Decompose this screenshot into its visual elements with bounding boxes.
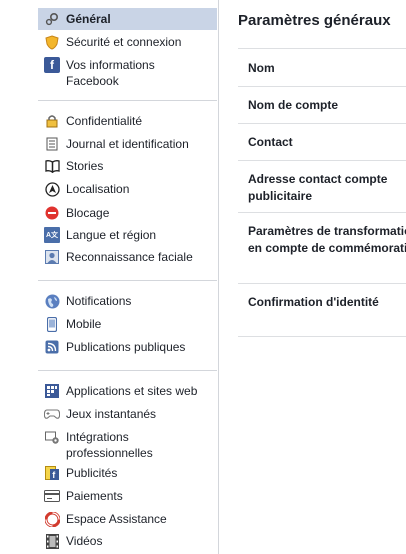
sidebar-item-label: Vos informations Facebook: [66, 58, 155, 88]
sidebar-item-security[interactable]: Sécurité et connexion: [38, 31, 217, 53]
sidebar-item-location[interactable]: Localisation: [38, 178, 217, 200]
business-gear-icon: [44, 429, 60, 445]
page-title: Paramètres généraux: [238, 12, 391, 29]
sidebar-item-label: Applications et sites web: [66, 384, 198, 398]
card-icon: [44, 488, 60, 504]
ads-icon: f: [44, 465, 60, 481]
facebook-icon: f: [44, 57, 60, 73]
lock-icon: [44, 113, 60, 129]
gamepad-icon: [44, 406, 60, 422]
sidebar-item-label: Intégrations professionnelles: [66, 430, 153, 460]
lifebuoy-icon: [44, 511, 60, 527]
sidebar-item-label: Reconnaissance faciale: [66, 250, 193, 264]
sidebar-item-label: Mobile: [66, 317, 102, 331]
sidebar-item-instant-games[interactable]: Jeux instantanés: [38, 403, 217, 425]
sidebar-item-label: Général: [66, 12, 111, 26]
sidebar-item-notifications[interactable]: Notifications: [38, 290, 217, 312]
gears-icon: [44, 11, 60, 27]
sidebar-item-public-posts[interactable]: Publications publiques: [38, 336, 217, 358]
row-divider: [238, 86, 406, 87]
sidebar-item-face-recognition[interactable]: Reconnaissance faciale: [38, 246, 217, 268]
settings-sidebar: Général Sécurité et connexion f Vos info…: [0, 0, 219, 554]
sidebar-item-general[interactable]: Général: [38, 8, 217, 30]
row-divider: [238, 336, 406, 337]
location-icon: [44, 181, 60, 197]
sidebar-item-support-inbox[interactable]: Espace Assistance: [38, 508, 217, 530]
sidebar-item-mobile[interactable]: Mobile: [38, 313, 217, 335]
rss-icon: [44, 339, 60, 355]
row-divider: [238, 283, 406, 284]
sidebar-item-label: Publicités: [66, 466, 118, 480]
settings-row-name[interactable]: Nom: [248, 60, 406, 77]
sidebar-item-language[interactable]: A文 Langue et région: [38, 224, 217, 246]
sidebar-divider: [38, 370, 217, 371]
sidebar-item-label: Espace Assistance: [66, 512, 167, 526]
apps-icon: [44, 383, 60, 399]
mobile-icon: [44, 316, 60, 332]
settings-row-memorialization[interactable]: Paramètres de transformation en compte d…: [248, 223, 406, 257]
sidebar-item-business-integrations[interactable]: Intégrations professionnelles: [38, 426, 217, 464]
settings-row-ad-account-contact[interactable]: Adresse contact compte publicitaire: [248, 171, 406, 205]
sidebar-item-label: Sécurité et connexion: [66, 35, 182, 49]
sidebar-divider: [38, 280, 217, 281]
sidebar-item-payments[interactable]: Paiements: [38, 485, 217, 507]
sidebar-item-label: Stories: [66, 159, 104, 173]
block-icon: [44, 205, 60, 221]
row-divider: [238, 212, 406, 213]
sidebar-item-label: Jeux instantanés: [66, 407, 157, 421]
row-divider: [238, 123, 406, 124]
sidebar-item-blocking[interactable]: Blocage: [38, 202, 217, 224]
row-divider: [238, 48, 406, 49]
sidebar-item-videos[interactable]: Vidéos: [38, 530, 217, 552]
sidebar-divider: [38, 100, 217, 101]
sidebar-item-label: Vidéos: [66, 534, 103, 548]
film-icon: [44, 533, 60, 549]
sidebar-item-your-facebook-information[interactable]: f Vos informations Facebook: [38, 54, 217, 92]
settings-row-identity-confirmation[interactable]: Confirmation d'identité: [248, 294, 406, 311]
face-icon: [44, 249, 60, 265]
sidebar-item-privacy[interactable]: Confidentialité: [38, 110, 217, 132]
sidebar-item-label: Journal et identification: [66, 137, 189, 151]
sidebar-item-label: Localisation: [66, 182, 130, 196]
language-icon: A文: [44, 227, 60, 243]
book-icon: [44, 158, 60, 174]
sidebar-item-ads[interactable]: f Publicités: [38, 462, 217, 484]
row-divider: [238, 160, 406, 161]
globe-icon: [44, 293, 60, 309]
sidebar-item-label: Notifications: [66, 294, 132, 308]
sidebar-item-label: Confidentialité: [66, 114, 143, 128]
sidebar-item-label: Paiements: [66, 489, 123, 503]
sidebar-item-stories[interactable]: Stories: [38, 155, 217, 177]
sidebar-item-timeline-tagging[interactable]: Journal et identification: [38, 133, 217, 155]
sidebar-item-label: Langue et région: [66, 228, 157, 242]
general-settings-panel: Paramètres généraux Nom Nom de compte Co…: [218, 0, 406, 554]
settings-row-contact[interactable]: Contact: [248, 134, 406, 151]
sidebar-item-label: Blocage: [66, 206, 110, 220]
sidebar-item-label: Publications publiques: [66, 340, 186, 354]
settings-row-username[interactable]: Nom de compte: [248, 97, 406, 114]
journal-icon: [44, 136, 60, 152]
shield-icon: [44, 34, 60, 50]
sidebar-item-apps-websites[interactable]: Applications et sites web: [38, 380, 217, 402]
